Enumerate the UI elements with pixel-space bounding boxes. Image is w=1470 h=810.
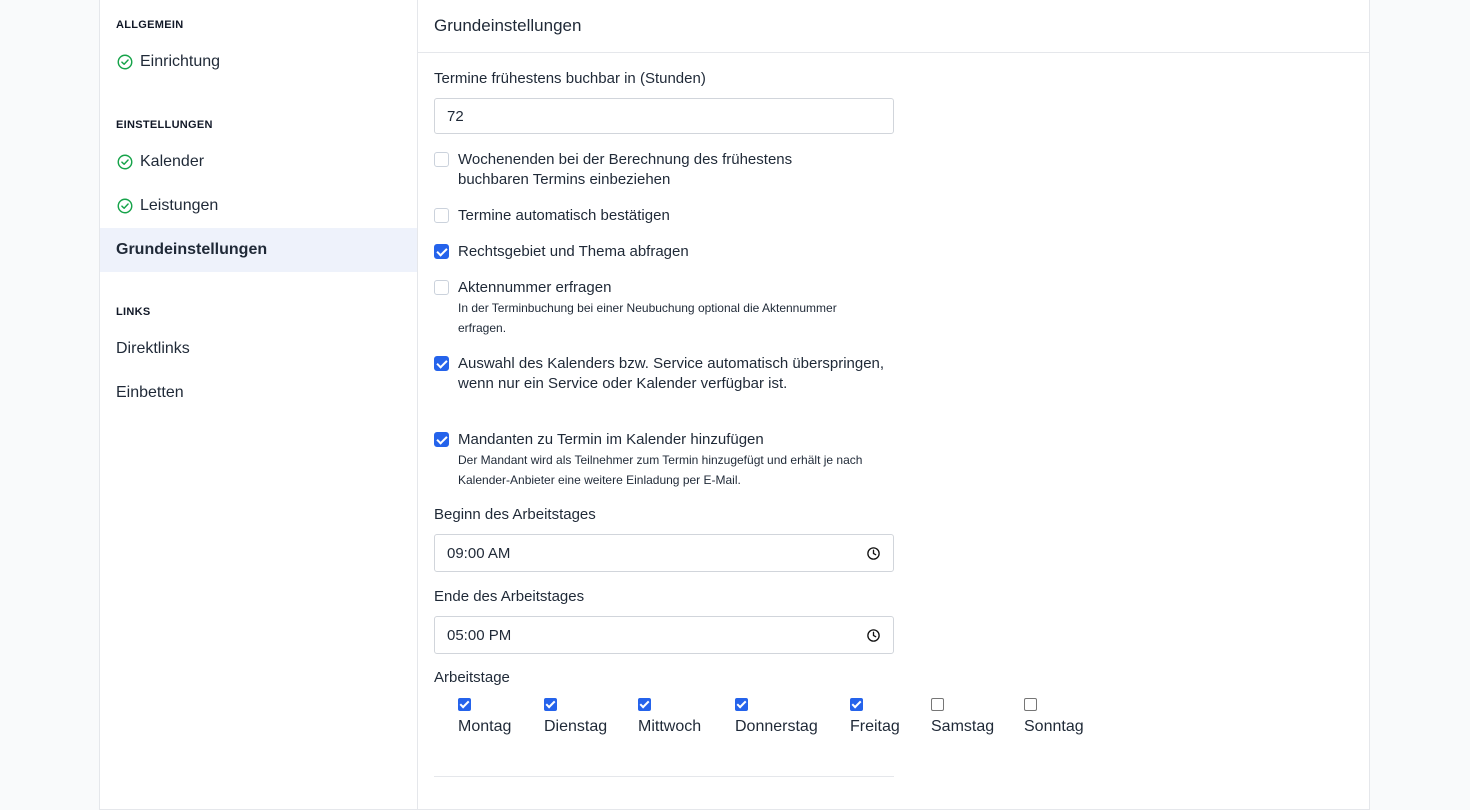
workday-checkbox[interactable] bbox=[735, 698, 748, 711]
sidebar-item-direktlinks[interactable]: Direktlinks bbox=[100, 327, 417, 371]
option-description: Der Mandant wird als Teilnehmer zum Term… bbox=[458, 453, 863, 487]
section-title-links: LINKS bbox=[116, 306, 151, 318]
option-label: Termine automatisch bestätigen bbox=[458, 207, 670, 224]
lead-time-value: 72 bbox=[447, 107, 464, 125]
workday-samstag[interactable]: Samstag bbox=[931, 698, 994, 736]
sidebar: ALLGEMEIN Einrichtung EINSTELLUNGEN Kale… bbox=[100, 0, 418, 809]
option-label: Auswahl des Kalenders bzw. Service autom… bbox=[458, 355, 885, 392]
option-checkbox[interactable] bbox=[434, 208, 449, 223]
workday-montag[interactable]: Montag bbox=[458, 698, 511, 736]
work-start-value: 09:00 AM bbox=[447, 544, 511, 562]
workday-label: Donnerstag bbox=[735, 718, 818, 735]
sidebar-item-label: Direktlinks bbox=[116, 340, 190, 357]
page-title: Grundeinstellungen bbox=[418, 0, 1369, 53]
option-label: Rechtsgebiet und Thema abfragen bbox=[458, 243, 689, 260]
workday-checkbox[interactable] bbox=[931, 698, 944, 711]
sidebar-item-label: Einrichtung bbox=[140, 53, 221, 70]
option-auto-confirm: Termine automatisch bestätigen bbox=[434, 206, 904, 226]
check-circle-icon bbox=[117, 54, 133, 70]
workday-mittwoch[interactable]: Mittwoch bbox=[638, 698, 701, 736]
lead-time-label: Termine frühestens buchbar in (Stunden) bbox=[434, 70, 706, 87]
workday-checkbox[interactable] bbox=[458, 698, 471, 711]
option-checkbox[interactable] bbox=[434, 152, 449, 167]
option-checkbox[interactable] bbox=[434, 356, 449, 371]
sidebar-item-einbetten[interactable]: Einbetten bbox=[100, 371, 417, 415]
sidebar-item-kalender[interactable]: Kalender bbox=[100, 140, 417, 184]
settings-card: ALLGEMEIN Einrichtung EINSTELLUNGEN Kale… bbox=[99, 0, 1370, 810]
workday-checkbox[interactable] bbox=[638, 698, 651, 711]
option-file-number: Aktennummer erfragen In der Terminbuchun… bbox=[434, 278, 874, 338]
workdays-label: Arbeitstage bbox=[434, 669, 510, 686]
sidebar-item-label: Kalender bbox=[140, 153, 205, 170]
section-title-einstellungen: EINSTELLUNGEN bbox=[116, 119, 213, 131]
main-content: Grundeinstellungen Termine frühestens bu… bbox=[418, 0, 1369, 809]
workday-donnerstag[interactable]: Donnerstag bbox=[735, 698, 818, 736]
option-label: Aktennummer erfragen bbox=[458, 279, 612, 296]
section-title-allgemein: ALLGEMEIN bbox=[116, 19, 184, 31]
clock-icon[interactable] bbox=[866, 628, 881, 643]
check-circle-icon bbox=[117, 198, 133, 214]
sidebar-item-label: Einbetten bbox=[116, 384, 184, 401]
workday-label: Freitag bbox=[850, 718, 900, 735]
option-legal-area: Rechtsgebiet und Thema abfragen bbox=[434, 242, 904, 262]
sidebar-item-grundeinstellungen[interactable]: Grundeinstellungen bbox=[100, 228, 417, 272]
workday-freitag[interactable]: Freitag bbox=[850, 698, 900, 736]
option-label: Mandanten zu Termin im Kalender hinzufüg… bbox=[458, 431, 764, 448]
option-checkbox[interactable] bbox=[434, 244, 449, 259]
workday-checkbox[interactable] bbox=[850, 698, 863, 711]
workday-label: Mittwoch bbox=[638, 718, 702, 735]
work-start-label: Beginn des Arbeitstages bbox=[434, 506, 596, 523]
option-description: In der Terminbuchung bei einer Neubuchun… bbox=[458, 301, 837, 335]
workday-label: Sonntag bbox=[1024, 718, 1084, 735]
option-checkbox[interactable] bbox=[434, 280, 449, 295]
option-label: Wochenenden bei der Berechnung des frühe… bbox=[458, 151, 793, 188]
sidebar-item-label: Grundeinstellungen bbox=[116, 241, 268, 258]
workday-label: Dienstag bbox=[544, 718, 608, 735]
work-end-value: 05:00 PM bbox=[447, 626, 512, 644]
workday-label: Samstag bbox=[931, 718, 995, 735]
sidebar-item-einrichtung[interactable]: Einrichtung bbox=[100, 40, 417, 84]
workday-checkbox[interactable] bbox=[544, 698, 557, 711]
option-checkbox[interactable] bbox=[434, 432, 449, 447]
option-weekends: Wochenenden bei der Berechnung des frühe… bbox=[434, 150, 834, 190]
section-divider bbox=[434, 776, 894, 777]
sidebar-item-leistungen[interactable]: Leistungen bbox=[100, 184, 417, 228]
work-end-input[interactable]: 05:00 PM bbox=[434, 616, 894, 654]
workday-checkbox[interactable] bbox=[1024, 698, 1037, 711]
workday-sonntag[interactable]: Sonntag bbox=[1024, 698, 1084, 736]
lead-time-input[interactable]: 72 bbox=[434, 98, 894, 134]
work-end-label: Ende des Arbeitstages bbox=[434, 588, 585, 605]
clock-icon[interactable] bbox=[866, 546, 881, 561]
sidebar-item-label: Leistungen bbox=[140, 197, 219, 214]
check-circle-icon bbox=[117, 154, 133, 170]
workday-label: Montag bbox=[458, 718, 512, 735]
work-start-input[interactable]: 09:00 AM bbox=[434, 534, 894, 572]
option-add-client: Mandanten zu Termin im Kalender hinzufüg… bbox=[434, 430, 894, 490]
workday-dienstag[interactable]: Dienstag bbox=[544, 698, 607, 736]
option-skip-selection: Auswahl des Kalenders bzw. Service autom… bbox=[434, 354, 894, 394]
